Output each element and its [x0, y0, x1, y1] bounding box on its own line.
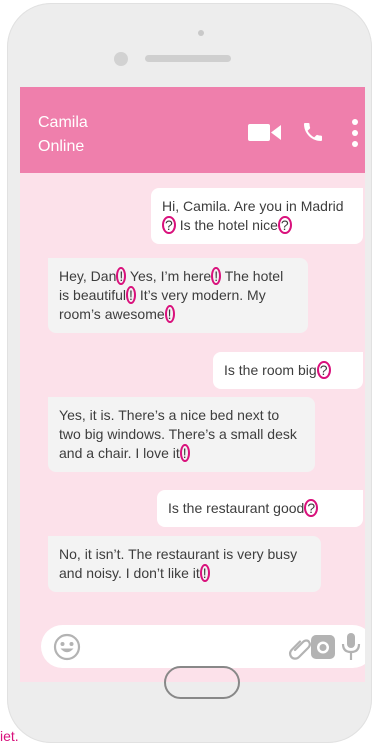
home-button[interactable]: [164, 666, 240, 699]
chat-header: Camila Online: [20, 87, 365, 173]
message-outgoing: Hi, Camila. Are you in Madrid? Is the ho…: [151, 188, 363, 244]
emoji-icon[interactable]: [53, 633, 81, 661]
question-mark-highlight: ?: [162, 216, 176, 234]
earpiece-speaker: [145, 55, 231, 62]
question-mark-highlight: ?: [304, 499, 319, 517]
message-input-bar[interactable]: [41, 625, 365, 668]
phone-top-bezel: [7, 3, 372, 88]
contact-name: Camila: [38, 114, 88, 131]
exclamation-mark-highlight: !: [179, 444, 190, 462]
message-incoming: No, it isn’t. The restaurant is very bus…: [48, 536, 321, 592]
edge-caption: iet.: [0, 728, 19, 744]
video-call-icon[interactable]: [248, 123, 281, 142]
microphone-icon[interactable]: [341, 633, 361, 660]
exclamation-mark-highlight: !: [199, 564, 210, 582]
message-incoming: Yes, it is. There’s a nice bed next to t…: [48, 397, 315, 472]
camera-icon[interactable]: [311, 635, 335, 659]
proximity-sensor: [198, 30, 204, 36]
contact-status: Online: [38, 138, 85, 155]
exclamation-mark-highlight: !: [211, 267, 222, 285]
message-outgoing: Is the room big?: [213, 352, 363, 389]
exclamation-mark-highlight: !: [116, 267, 127, 285]
more-options-icon[interactable]: [352, 119, 358, 147]
exclamation-mark-highlight: !: [126, 286, 136, 304]
message-outgoing: Is the restaurant good?: [157, 490, 363, 527]
phone-frame: Camila Online Hi, Camila. Are you in Mad…: [7, 3, 372, 743]
chat-screen: Camila Online Hi, Camila. Are you in Mad…: [20, 87, 365, 682]
message-incoming: Hey, Dan! Yes, I’m here! The hotel is be…: [48, 258, 308, 333]
question-mark-highlight: ?: [277, 216, 292, 234]
front-camera: [114, 52, 128, 66]
phone-call-icon[interactable]: [301, 120, 325, 144]
exclamation-mark-highlight: !: [164, 305, 175, 323]
question-mark-highlight: ?: [316, 361, 331, 379]
attachment-icon[interactable]: [288, 634, 312, 660]
